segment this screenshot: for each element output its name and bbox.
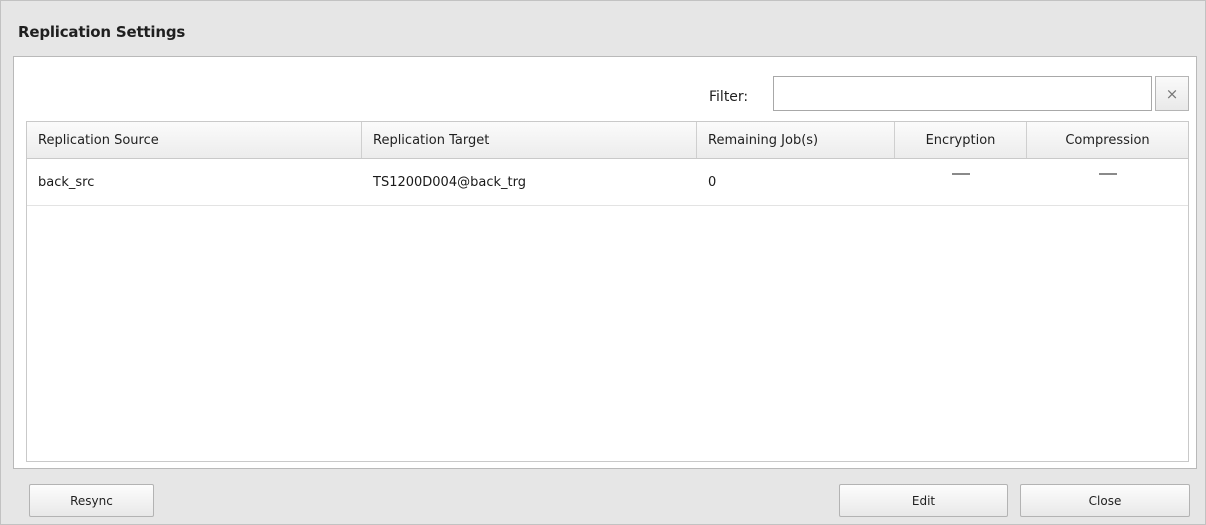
replication-table: Replication Source Replication Target Re… <box>26 121 1189 462</box>
replication-panel: Filter: × Replication Source Replication… <box>13 56 1197 469</box>
column-header-compression[interactable]: Compression <box>1027 122 1188 158</box>
table-header: Replication Source Replication Target Re… <box>27 122 1188 159</box>
cell-remaining-jobs: 0 <box>708 174 717 190</box>
replication-settings-dialog: Replication Settings Filter: × Replicati… <box>0 0 1206 525</box>
column-header-encryption[interactable]: Encryption <box>895 122 1027 158</box>
cell-encryption <box>895 159 1027 205</box>
column-header-replication-target[interactable]: Replication Target <box>362 122 697 158</box>
filter-label: Filter: <box>709 89 749 105</box>
dialog-title: Replication Settings <box>18 23 186 41</box>
clear-filter-button[interactable]: × <box>1155 76 1189 111</box>
cell-compression <box>1027 159 1188 205</box>
column-header-remaining-jobs[interactable]: Remaining Job(s) <box>697 122 895 158</box>
table-row[interactable]: back_src TS1200D004@back_trg 0 <box>27 159 1188 206</box>
filter-input[interactable] <box>773 76 1152 111</box>
edit-button[interactable]: Edit <box>839 484 1008 517</box>
column-header-replication-source[interactable]: Replication Source <box>27 122 362 158</box>
cell-replication-target: TS1200D004@back_trg <box>373 174 526 190</box>
close-button[interactable]: Close <box>1020 484 1190 517</box>
close-icon: × <box>1165 84 1179 103</box>
dash-icon <box>952 173 970 175</box>
dash-icon <box>1098 173 1117 175</box>
cell-replication-source: back_src <box>38 174 95 190</box>
resync-button[interactable]: Resync <box>29 484 154 517</box>
